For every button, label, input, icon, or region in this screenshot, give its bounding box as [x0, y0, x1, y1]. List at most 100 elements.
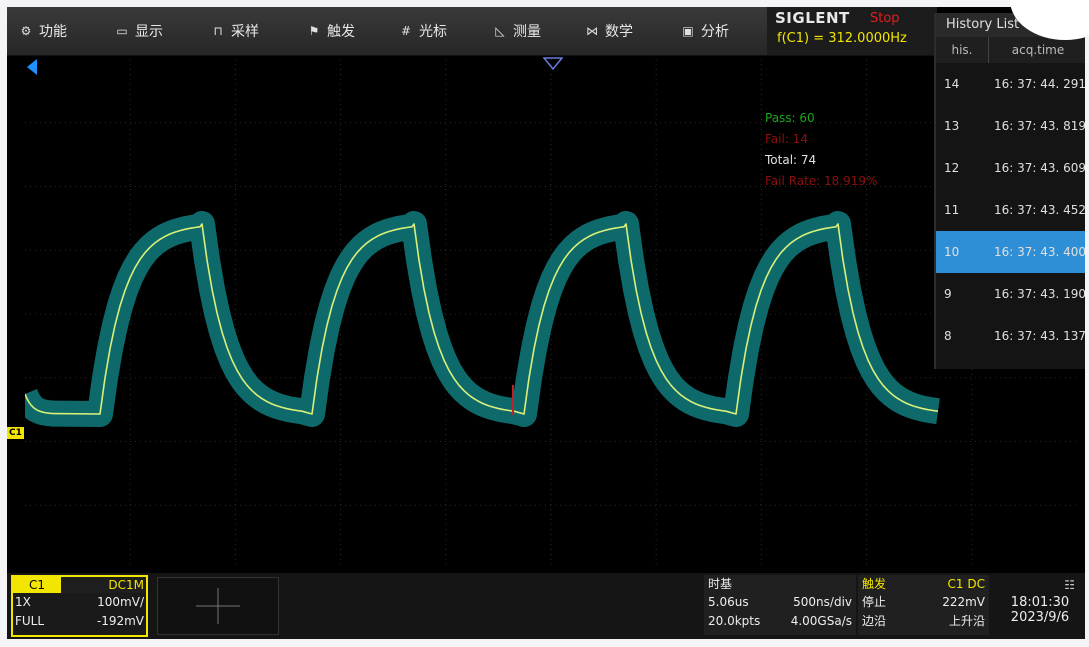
- timebase-delay: 5.06us: [708, 595, 749, 609]
- history-index: 11: [944, 203, 960, 217]
- gear-icon: ⚙: [20, 24, 32, 38]
- history-index: 13: [944, 119, 960, 133]
- timebase-sample-rate: 4.00GSa/s: [790, 614, 852, 628]
- menu-utility[interactable]: ⚙ 功能: [19, 7, 67, 55]
- add-channel-button[interactable]: [157, 577, 279, 635]
- trigger-type: 边沿: [862, 614, 887, 628]
- channel1-row-offset: FULL -192mV: [13, 612, 146, 631]
- brand-area: SIGLENT Stop f(C1) = 312.0000Hz: [767, 7, 937, 55]
- history-index: 12: [944, 161, 960, 175]
- channel1-header: C1 DC1M: [13, 577, 146, 593]
- trigger-panel[interactable]: 触发 C1 DC 停止 222mV 边沿 上升沿: [858, 575, 989, 635]
- fail-rate: Fail Rate: 18.919%: [765, 174, 878, 188]
- brand-logo: SIGLENT: [775, 9, 850, 27]
- menu-measure-label: 测量: [513, 24, 541, 40]
- history-list-panel: History List his. acq.time 14 16: 37: 44…: [934, 13, 1085, 369]
- menu-display[interactable]: ▭ 显示: [115, 7, 163, 55]
- menu-math[interactable]: ⋈ 数学: [585, 7, 633, 55]
- history-row[interactable]: 13 16: 37: 43. 819: [936, 105, 1085, 147]
- trigger-title: 触发: [862, 577, 887, 591]
- column-his: his.: [936, 37, 989, 63]
- history-time: 16: 37: 43. 137: [994, 329, 1085, 343]
- total-count: Total: 74: [765, 153, 817, 167]
- run-state[interactable]: Stop: [870, 11, 900, 26]
- history-row[interactable]: 11 16: 37: 43. 452: [936, 189, 1085, 231]
- top-menu-bar: ⚙ 功能 ▭ 显示 ⊓ 采样 ⚑ 触发 # 光标 ◺ 测量 ⋈ 数学 ▣ 分析: [7, 7, 937, 56]
- trigger-delay-marker[interactable]: [543, 57, 563, 71]
- trigger-header: 触发 C1 DC: [858, 575, 989, 593]
- frequency-readout: f(C1) = 312.0000Hz: [777, 31, 907, 46]
- channel1-row-scale: 1X 100mV/: [13, 593, 146, 612]
- history-row[interactable]: 8 16: 37: 43. 137: [936, 315, 1085, 357]
- history-time: 16: 37: 44. 291: [994, 77, 1085, 91]
- channel1-label: C1: [13, 577, 61, 593]
- history-row[interactable]: 9 16: 37: 43. 190: [936, 273, 1085, 315]
- channel1-bandwidth: FULL: [15, 614, 45, 628]
- history-time: 16: 37: 43. 452: [994, 203, 1085, 217]
- channel1-offset: -192mV: [96, 614, 144, 628]
- channel-offset-marker[interactable]: C1: [7, 427, 24, 439]
- timebase-scale: 500ns/div: [793, 595, 852, 609]
- fail-count: Fail: 14: [765, 132, 808, 146]
- history-time: 16: 37: 43. 190: [994, 287, 1085, 301]
- menu-cursors[interactable]: # 光标: [399, 7, 447, 55]
- oscilloscope-screen: ⚙ 功能 ▭ 显示 ⊓ 采样 ⚑ 触发 # 光标 ◺ 测量 ⋈ 数学 ▣ 分析: [7, 7, 1085, 639]
- history-row[interactable]: 12 16: 37: 43. 609: [936, 147, 1085, 189]
- menu-acquire[interactable]: ⊓ 采样: [211, 7, 259, 55]
- channel1-scale: 100mV/: [97, 595, 144, 609]
- column-acq-time: acq.time: [1011, 43, 1065, 57]
- cursor-icon: #: [400, 24, 412, 38]
- history-index: 8: [944, 329, 952, 343]
- mask-band: [25, 211, 946, 427]
- menu-trigger[interactable]: ⚑ 触发: [307, 7, 355, 55]
- history-row[interactable]: 14 16: 37: 44. 291: [936, 63, 1085, 105]
- menu-measure[interactable]: ◺ 测量: [493, 7, 541, 55]
- trigger-source: C1 DC: [947, 577, 985, 591]
- menu-trigger-label: 触发: [327, 24, 355, 40]
- pass-count: Pass: 60: [765, 111, 815, 125]
- monitor-icon: ▭: [116, 24, 128, 38]
- history-index: 9: [944, 287, 952, 301]
- plus-icon: [196, 588, 240, 624]
- history-time: 16: 37: 43. 400: [994, 245, 1085, 259]
- trigger-row1: 停止 222mV: [858, 593, 989, 612]
- trigger-row2: 边沿 上升沿: [858, 612, 989, 631]
- history-columns: his. acq.time: [936, 37, 1085, 63]
- waveform-grid[interactable]: [25, 59, 1077, 569]
- channel1-coupling: DC1M: [108, 578, 144, 592]
- menu-acquire-label: 采样: [231, 24, 259, 40]
- clock-panel: ☷ 18:01:30 2023/9/6: [997, 575, 1083, 635]
- timebase-row1: 5.06us 500ns/div: [704, 593, 856, 612]
- channel1-info[interactable]: C1 DC1M 1X 100mV/ FULL -192mV: [11, 575, 148, 637]
- history-index: 10: [944, 245, 960, 259]
- pass-fail-statistics: Pass: 60 Fail: 14 Total: 74 Fail Rate: 1…: [765, 108, 877, 192]
- trigger-state: 停止: [862, 595, 887, 609]
- menu-math-label: 数学: [605, 24, 633, 40]
- trigger-slope: 上升沿: [948, 614, 985, 628]
- clock-date: 2023/9/6: [1010, 610, 1070, 625]
- math-icon: ⋈: [586, 24, 598, 38]
- bottom-status-bar: C1 DC1M 1X 100mV/ FULL -192mV 时基 5.06us …: [7, 573, 1085, 639]
- menu-cursors-label: 光标: [419, 24, 447, 40]
- timebase-title: 时基: [708, 577, 733, 591]
- menu-utility-label: 功能: [39, 24, 67, 40]
- measure-icon: ◺: [495, 24, 505, 38]
- history-row-selected[interactable]: 10 16: 37: 43. 400: [936, 231, 1085, 273]
- analysis-icon: ▣: [682, 24, 694, 38]
- network-icon[interactable]: ☷: [997, 575, 1083, 595]
- history-time: 16: 37: 43. 819: [994, 119, 1085, 133]
- timebase-row2: 20.0kpts 4.00GSa/s: [704, 612, 856, 631]
- timebase-panel[interactable]: 时基 5.06us 500ns/div 20.0kpts 4.00GSa/s: [704, 575, 856, 635]
- menu-display-label: 显示: [135, 24, 163, 40]
- history-time: 16: 37: 43. 609: [994, 161, 1085, 175]
- flag-icon: ⚑: [308, 24, 320, 38]
- channel1-probe: 1X: [15, 595, 31, 609]
- menu-analysis-label: 分析: [701, 24, 729, 40]
- trigger-position-marker[interactable]: [27, 59, 37, 75]
- history-index: 14: [944, 77, 960, 91]
- sample-icon: ⊓: [213, 24, 223, 38]
- waveform-svg: [25, 59, 1077, 569]
- clock-time: 18:01:30: [1010, 595, 1070, 610]
- menu-analysis[interactable]: ▣ 分析: [681, 7, 729, 55]
- timebase-memory: 20.0kpts: [708, 614, 761, 628]
